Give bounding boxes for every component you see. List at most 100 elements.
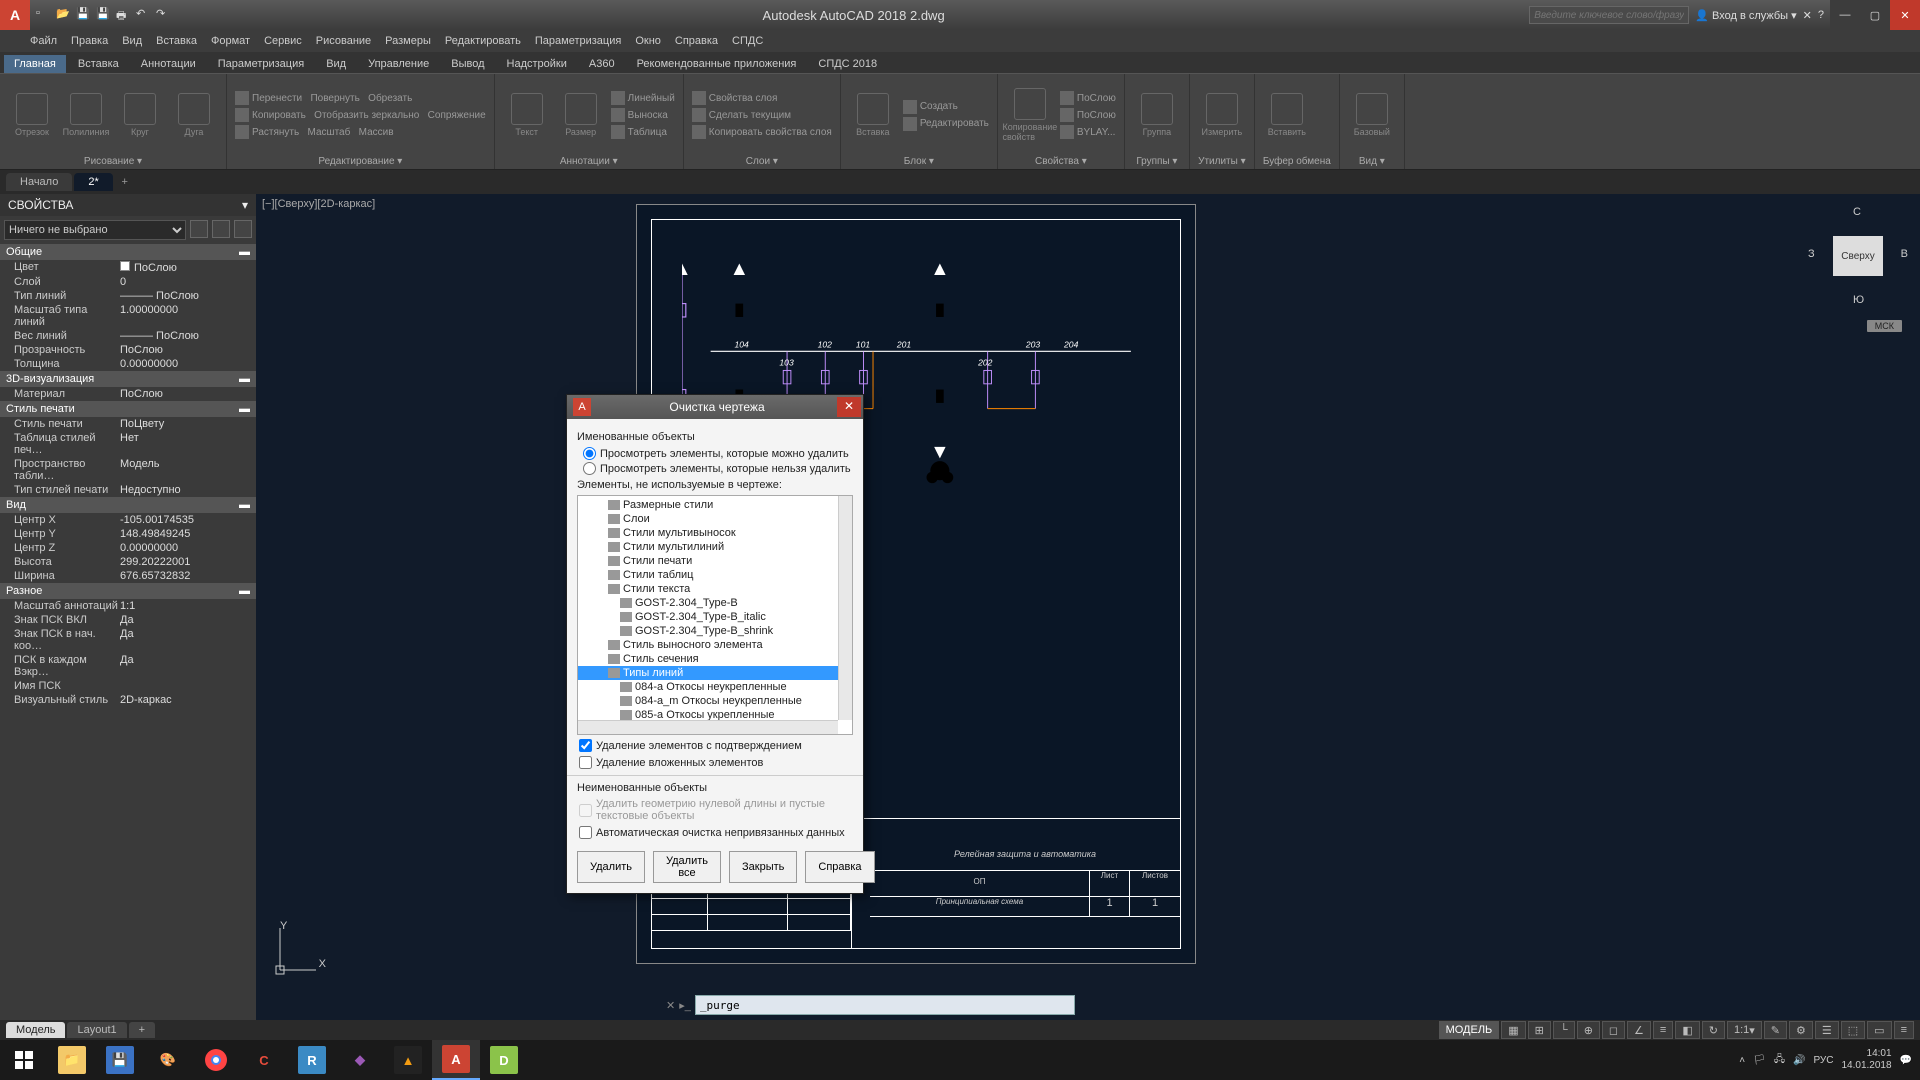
tree-item[interactable]: Размерные стили — [578, 498, 852, 512]
taskbar-autocad[interactable]: A — [432, 1040, 480, 1080]
ribbon-small-button[interactable]: Создать — [903, 100, 989, 114]
otrack-icon[interactable]: ∠ — [1627, 1021, 1651, 1039]
modelspace-button[interactable]: МОДЕЛЬ — [1439, 1021, 1500, 1039]
selectobj-icon[interactable] — [234, 220, 252, 238]
command-input[interactable] — [695, 995, 1075, 1015]
prop-row[interactable]: Толщина0.00000000 — [0, 357, 256, 371]
ribbon-button[interactable]: Полилиния — [62, 93, 110, 137]
prop-row[interactable]: Центр Y148.49849245 — [0, 527, 256, 541]
pickadd-icon[interactable] — [212, 220, 230, 238]
prop-row[interactable]: Центр X-105.00174535 — [0, 513, 256, 527]
ribbon-small-button[interactable]: Растянуть Масштаб Массив — [235, 125, 486, 139]
tree-item[interactable]: Слои — [578, 512, 852, 526]
prop-row[interactable]: Стиль печатиПоЦвету — [0, 417, 256, 431]
layout-add[interactable]: + — [129, 1022, 155, 1038]
check-zerolen[interactable]: Удалить геометрию нулевой длины и пустые… — [579, 798, 853, 822]
taskbar-fusion[interactable]: ▲ — [384, 1040, 432, 1080]
prop-row[interactable]: Вес линий——— ПоСлою — [0, 329, 256, 343]
snap-icon[interactable]: ⊞ — [1528, 1021, 1551, 1039]
ribbon-small-button[interactable]: Перенести Повернуть Обрезать — [235, 91, 486, 105]
ribbon-panel-label[interactable]: Утилиты ▾ — [1198, 154, 1246, 167]
tree-item[interactable]: 084-a Откосы неукрепленные — [578, 680, 852, 694]
maximize-button[interactable]: ▢ — [1860, 0, 1890, 30]
cleanscreen-icon[interactable]: ▭ — [1867, 1021, 1891, 1039]
prop-row[interactable]: Знак ПСК в нач. коо…Да — [0, 627, 256, 653]
layout-tab[interactable]: Layout1 — [67, 1022, 126, 1038]
prop-section-header[interactable]: Разное▬ — [0, 583, 256, 599]
tree-item[interactable]: Стили таблиц — [578, 568, 852, 582]
qat-open-icon[interactable]: 📂 — [56, 7, 72, 23]
ribbon-button[interactable]: Копирование свойств — [1006, 88, 1054, 142]
menu-item[interactable]: Размеры — [385, 35, 431, 47]
ribbon-panel-label[interactable]: Буфер обмена — [1263, 154, 1331, 167]
prop-row[interactable]: Тип стилей печатиНедоступно — [0, 483, 256, 497]
tree-vscroll[interactable] — [838, 496, 852, 720]
exchange-icon[interactable]: ✕ — [1803, 9, 1812, 22]
hardware-icon[interactable]: ⬚ — [1841, 1021, 1865, 1039]
prop-row[interactable]: Знак ПСК ВКЛДа — [0, 613, 256, 627]
ribbon-panel-label[interactable]: Аннотации ▾ — [503, 154, 675, 167]
ribbon-tab[interactable]: Аннотации — [131, 55, 206, 73]
viewport-label[interactable]: [−][Сверху][2D-каркас] — [262, 198, 375, 210]
tree-item[interactable]: GOST-2.304_Type-B — [578, 596, 852, 610]
tree-item[interactable]: GOST-2.304_Type-B_italic — [578, 610, 852, 624]
lineweight-icon[interactable]: ≡ — [1653, 1021, 1673, 1039]
ribbon-tab[interactable]: СПДС 2018 — [808, 55, 887, 73]
ribbon-tab[interactable]: Рекомендованные приложения — [627, 55, 807, 73]
prop-row[interactable]: Слой0 — [0, 275, 256, 289]
prop-section-header[interactable]: Вид▬ — [0, 497, 256, 513]
annotation-icon[interactable]: ✎ — [1764, 1021, 1787, 1039]
doc-tab[interactable]: 2* — [74, 173, 112, 191]
tree-item[interactable]: Стиль сечения — [578, 652, 852, 666]
check-confirm[interactable]: Удаление элементов с подтверждением — [579, 739, 853, 752]
taskbar-explorer[interactable]: 📁 — [48, 1040, 96, 1080]
wcs-label[interactable]: МСК — [1867, 320, 1902, 332]
tree-item[interactable]: 084-a_m Откосы неукрепленные — [578, 694, 852, 708]
new-doc-tab[interactable]: + — [115, 176, 135, 188]
tray-network-icon[interactable]: 🖧 — [1774, 1052, 1785, 1069]
ribbon-panel-label[interactable]: Свойства ▾ — [1006, 154, 1116, 167]
prop-row[interactable]: МатериалПоСлою — [0, 387, 256, 401]
ribbon-button[interactable]: Круг — [116, 93, 164, 137]
menu-item[interactable]: СПДС — [732, 35, 763, 47]
ribbon-small-button[interactable]: ПоСлою — [1060, 91, 1116, 105]
taskbar-vs[interactable]: ◆ — [336, 1040, 384, 1080]
ribbon-button[interactable]: Текст — [503, 93, 551, 137]
tree-item[interactable]: Стили текста — [578, 582, 852, 596]
ribbon-tab[interactable]: Главная — [4, 55, 66, 73]
ribbon-small-button[interactable]: Свойства слоя — [692, 91, 832, 105]
ribbon-tab[interactable]: Вывод — [441, 55, 494, 73]
prop-row[interactable]: Ширина676.65732832 — [0, 569, 256, 583]
check-nested[interactable]: Удаление вложенных элементов — [579, 756, 853, 769]
ribbon-panel-label[interactable]: Блок ▾ — [849, 154, 989, 167]
menu-item[interactable]: Файл — [30, 35, 57, 47]
layout-tab-model[interactable]: Модель — [6, 1022, 65, 1038]
tray-volume-icon[interactable]: 🔊 — [1793, 1055, 1805, 1066]
ribbon-panel-label[interactable]: Редактирование ▾ — [235, 154, 486, 167]
prop-row[interactable]: Масштаб типа линий1.00000000 — [0, 303, 256, 329]
prop-row[interactable]: Высота299.20222001 — [0, 555, 256, 569]
ribbon-tab[interactable]: A360 — [579, 55, 625, 73]
prop-row[interactable]: Масштаб аннотаций1:1 — [0, 599, 256, 613]
help-search-input[interactable] — [1529, 6, 1689, 24]
ribbon-button[interactable]: Группа — [1133, 93, 1181, 137]
ribbon-tab[interactable]: Вставка — [68, 55, 129, 73]
viewcube[interactable]: С Ю З В Сверху — [1808, 206, 1908, 306]
close-button[interactable]: ✕ — [1890, 0, 1920, 30]
ribbon-button[interactable]: Размер — [557, 93, 605, 137]
tree-item[interactable]: Стили печати — [578, 554, 852, 568]
tree-item[interactable]: GOST-2.304_Type-B_shrink — [578, 624, 852, 638]
taskbar-paint[interactable]: 🎨 — [144, 1040, 192, 1080]
qat-plot-icon[interactable]: 🖶 — [116, 7, 132, 23]
start-button[interactable] — [0, 1040, 48, 1080]
qat-undo-icon[interactable]: ↶ — [136, 7, 152, 23]
command-line[interactable]: ✕ ▸_ — [666, 994, 1075, 1016]
ortho-icon[interactable]: └ — [1553, 1021, 1575, 1039]
prop-row[interactable]: ПрозрачностьПоСлою — [0, 343, 256, 357]
close-dialog-button[interactable]: Закрыть — [729, 851, 797, 883]
taskbar-rstudio[interactable]: R — [288, 1040, 336, 1080]
ribbon-panel-label[interactable]: Вид ▾ — [1348, 154, 1396, 167]
qat-saveas-icon[interactable]: 💾 — [96, 7, 112, 23]
menu-item[interactable]: Сервис — [264, 35, 302, 47]
prop-row[interactable]: Таблица стилей печ…Нет — [0, 431, 256, 457]
